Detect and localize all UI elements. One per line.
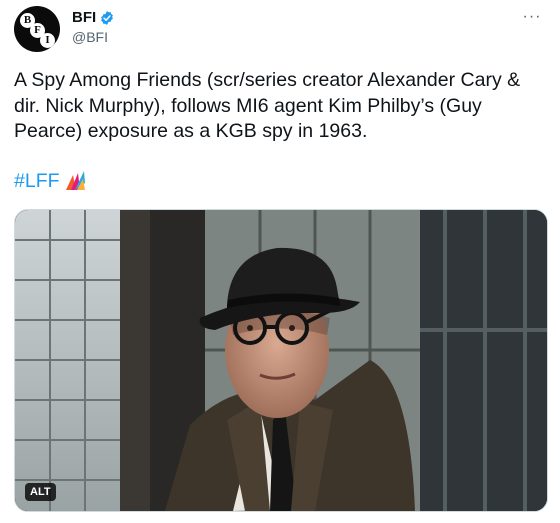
hashtag-link[interactable]: #LFF bbox=[14, 170, 60, 193]
avatar-letter-i: I bbox=[40, 33, 55, 48]
hashtag-row: #LFF bbox=[14, 169, 87, 193]
author-handle[interactable]: @BFI bbox=[72, 29, 115, 45]
tweet-text: A Spy Among Friends (scr/series creator … bbox=[14, 69, 521, 142]
tweet-header: B F I BFI @BFI ··· bbox=[14, 6, 546, 54]
tweet[interactable]: B F I BFI @BFI ··· A Spy Among Friends (… bbox=[0, 0, 560, 523]
verified-badge-icon bbox=[99, 10, 115, 26]
author-info: BFI @BFI bbox=[72, 9, 115, 45]
alt-text-badge[interactable]: ALT bbox=[25, 483, 56, 501]
lff-logo-icon bbox=[63, 169, 87, 193]
avatar[interactable]: B F I bbox=[14, 6, 60, 52]
film-still-image bbox=[15, 210, 547, 511]
more-horizontal-icon[interactable]: ··· bbox=[518, 9, 546, 30]
author-name[interactable]: BFI bbox=[72, 9, 96, 26]
tweet-media[interactable]: ALT bbox=[14, 209, 548, 512]
